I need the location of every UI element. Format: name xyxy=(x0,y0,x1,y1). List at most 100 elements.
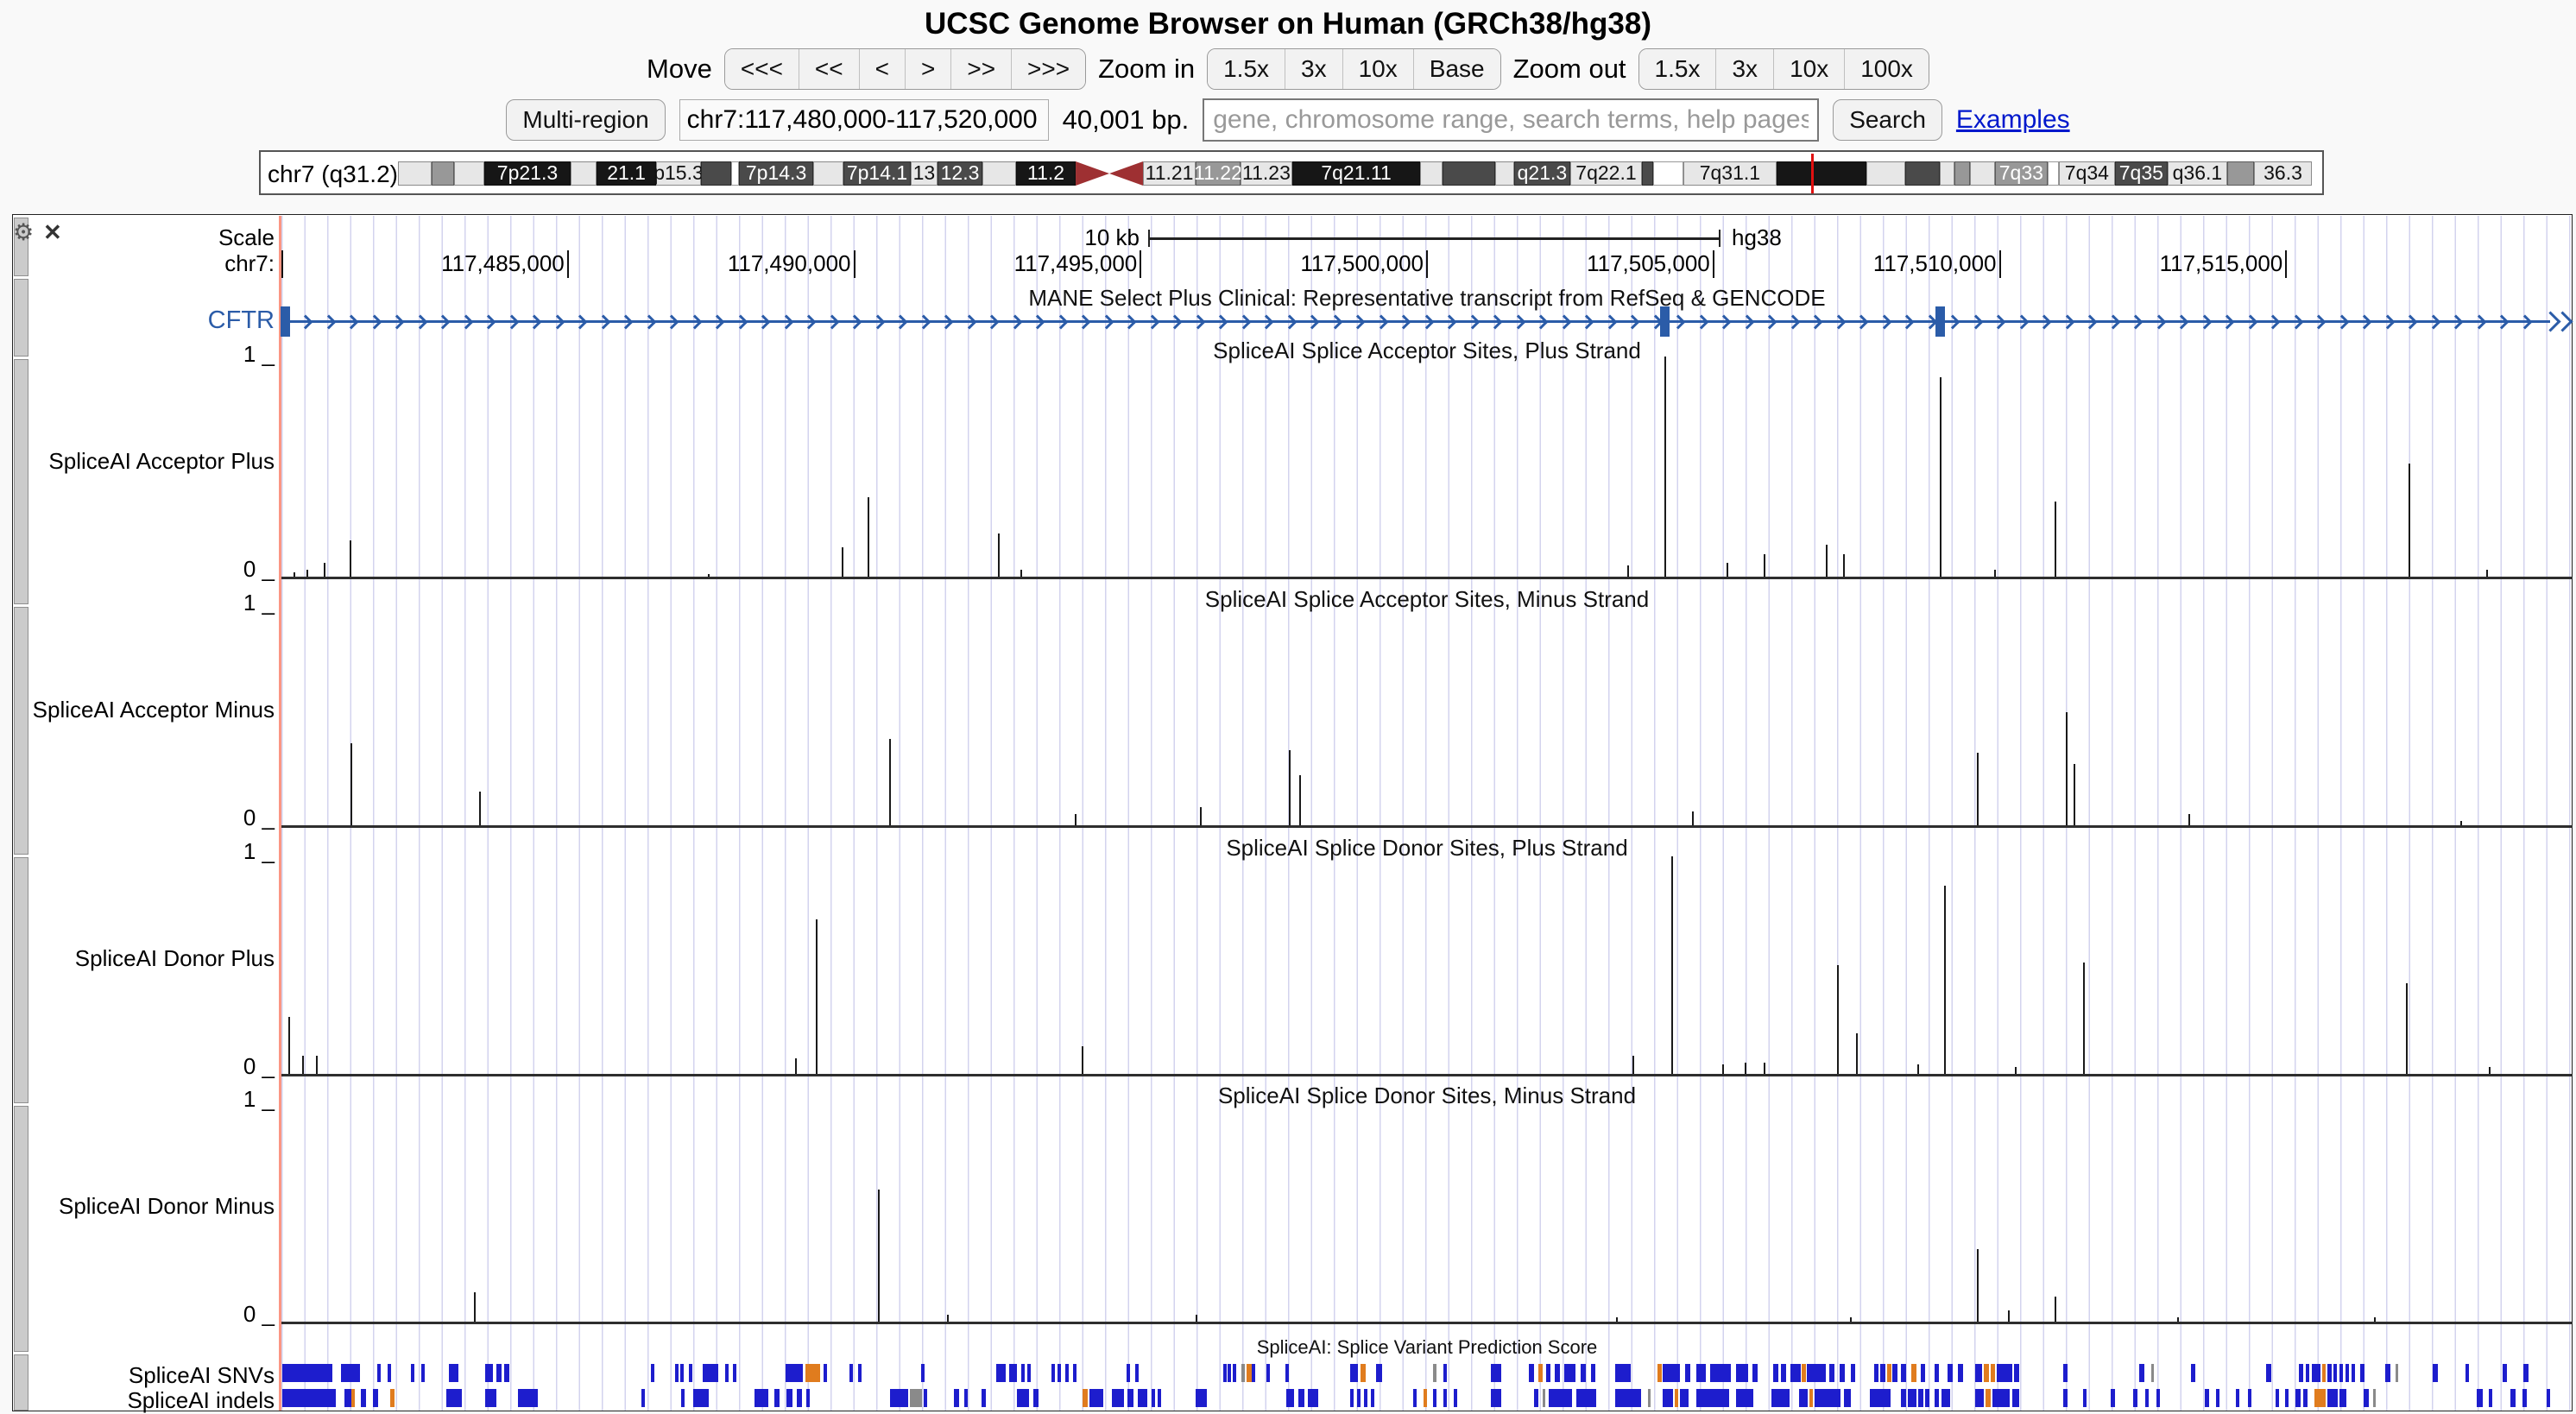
variant-item xyxy=(681,1389,685,1407)
variant-item xyxy=(1941,1389,1950,1407)
variant-item xyxy=(2306,1364,2309,1382)
scale-bar xyxy=(1148,237,1720,240)
variant-item xyxy=(1935,1364,1939,1382)
track-left-label-spliceai_donor_plus[interactable]: SpliceAI Donor Plus xyxy=(0,945,275,972)
zoom-in-button-3[interactable]: Base xyxy=(1413,49,1500,89)
variant-item xyxy=(996,1364,1006,1382)
variant-item xyxy=(651,1364,654,1382)
gene-name-label[interactable]: CFTR xyxy=(0,306,275,335)
track-left-label-spliceai_acceptor_minus[interactable]: SpliceAI Acceptor Minus xyxy=(0,697,275,723)
wiggle-spike xyxy=(2083,963,2085,1074)
track-title-spliceai_acceptor_plus: SpliceAI Splice Acceptor Sites, Plus Str… xyxy=(281,338,2573,364)
track-left-label-spliceai_donor_minus[interactable]: SpliceAI Donor Minus xyxy=(0,1193,275,1220)
variant-item xyxy=(373,1389,378,1407)
variant-item xyxy=(954,1389,959,1407)
ideogram-band xyxy=(1905,161,1940,186)
assembly-label: hg38 xyxy=(1732,224,1782,251)
move-button-3[interactable]: > xyxy=(905,49,950,89)
variant-track-row-0[interactable] xyxy=(281,1364,2573,1382)
variant-item xyxy=(1058,1364,1061,1382)
variant-item xyxy=(1247,1364,1252,1382)
ruler-tick-mark xyxy=(1999,250,2001,278)
move-button-2[interactable]: < xyxy=(859,49,905,89)
ruler-tick-label: 117,495,000 xyxy=(947,250,1137,277)
move-button-group: <<<<<<>>>>>> xyxy=(724,48,1086,90)
variant-item xyxy=(1685,1364,1690,1382)
variant-item xyxy=(1051,1364,1055,1382)
gene-exon-block[interactable] xyxy=(1935,306,1945,337)
variant-item xyxy=(2295,1389,2301,1407)
variant-item xyxy=(754,1389,768,1407)
zoom-in-button-1[interactable]: 3x xyxy=(1285,49,1342,89)
track-left-label-spliceai_acceptor_plus[interactable]: SpliceAI Acceptor Plus xyxy=(0,448,275,475)
zoom-out-button-1[interactable]: 3x xyxy=(1715,49,1773,89)
wiggle-spike xyxy=(2015,1067,2017,1074)
ideogram-band-strip[interactable]: 7p21.321.1p15.37p14.37p14.11312.311.211.… xyxy=(398,161,2312,186)
position-input[interactable] xyxy=(679,99,1049,141)
ruler-tick-mark xyxy=(567,250,569,278)
wiggle-spike xyxy=(889,739,891,825)
variant-item xyxy=(1773,1364,1778,1382)
variant-item xyxy=(786,1389,792,1407)
move-button-1[interactable]: << xyxy=(799,49,859,89)
search-input[interactable] xyxy=(1203,98,1819,142)
variant-track-label-1[interactable]: SpliceAI indels xyxy=(0,1387,275,1414)
track-ymax-label: 1 _ xyxy=(0,1086,275,1113)
zoom-out-button-2[interactable]: 10x xyxy=(1773,49,1844,89)
ideogram-band-label: 7q31.1 xyxy=(1700,161,1760,185)
zoom-out-button-0[interactable]: 1.5x xyxy=(1639,49,1716,89)
track-baseline xyxy=(281,1074,2573,1076)
variant-item xyxy=(2489,1389,2492,1407)
variant-track-label-0[interactable]: SpliceAI SNVs xyxy=(0,1362,275,1389)
wiggle-spike xyxy=(1764,1063,1765,1074)
ideogram-band: 11.22 xyxy=(1196,161,1241,186)
ruler-tick-mark xyxy=(1426,250,1428,278)
move-button-5[interactable]: >>> xyxy=(1011,49,1085,89)
variant-item xyxy=(2339,1364,2343,1382)
variant-item xyxy=(921,1364,925,1382)
variant-item xyxy=(2327,1364,2332,1382)
gene-exon-block[interactable] xyxy=(281,306,290,337)
ideogram-band xyxy=(1109,161,1143,186)
variant-item xyxy=(1696,1364,1706,1382)
search-button[interactable]: Search xyxy=(1833,99,1942,141)
ruler-tick-label: 117,485,000 xyxy=(375,250,565,277)
ideogram-band: 13 xyxy=(911,161,938,186)
chromosome-ideogram[interactable]: chr7 (q31.2) 7p21.321.1p15.37p14.37p14.1… xyxy=(259,150,2324,195)
variant-item xyxy=(982,1389,986,1407)
variant-item xyxy=(1308,1389,1318,1407)
variant-item xyxy=(924,1389,927,1407)
move-button-0[interactable]: <<< xyxy=(725,49,799,89)
ideogram-band-label: 21.1 xyxy=(607,161,646,185)
zoom-in-button-0[interactable]: 1.5x xyxy=(1208,49,1285,89)
wiggle-spike xyxy=(1826,545,1828,577)
variant-item xyxy=(1802,1364,1806,1382)
wiggle-spike xyxy=(1196,1315,1197,1322)
variant-item xyxy=(1997,1364,2012,1382)
variant-item xyxy=(341,1364,360,1382)
zoom-out-button-3[interactable]: 100x xyxy=(1844,49,1929,89)
variant-track-row-1[interactable] xyxy=(281,1389,2573,1407)
variant-item xyxy=(1615,1389,1641,1407)
variant-item xyxy=(797,1389,802,1407)
variant-item xyxy=(1975,1389,1984,1407)
gene-exon-block[interactable] xyxy=(1660,306,1670,337)
variant-item xyxy=(1350,1364,1358,1382)
variant-item xyxy=(2547,1389,2550,1407)
ideogram-band xyxy=(398,161,432,186)
multi-region-button[interactable]: Multi-region xyxy=(506,99,665,141)
ruler-tick-mark xyxy=(854,250,856,278)
ideogram-band-label: p15.3 xyxy=(653,161,704,185)
wiggle-spike xyxy=(947,1315,949,1322)
examples-link[interactable]: Examples xyxy=(1956,105,2070,135)
zoom-out-button-group: 1.5x3x10x100x xyxy=(1638,48,1929,90)
track-ymin-label: 0 _ xyxy=(0,556,275,583)
wiggle-spike xyxy=(2406,983,2408,1074)
zoom-in-button-2[interactable]: 10x xyxy=(1342,49,1413,89)
ideogram-band xyxy=(2227,161,2254,186)
variant-item xyxy=(1908,1389,1916,1407)
move-button-4[interactable]: >> xyxy=(950,49,1011,89)
variant-item xyxy=(1089,1389,1103,1407)
wiggle-spike xyxy=(2486,570,2488,577)
scale-bar-left-tick xyxy=(1148,230,1150,247)
